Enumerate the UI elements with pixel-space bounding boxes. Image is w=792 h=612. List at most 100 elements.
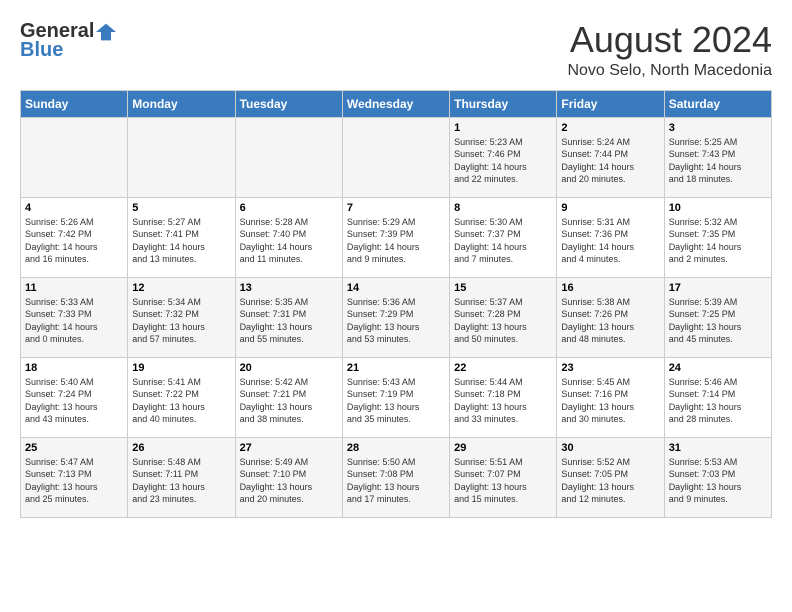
calendar-cell: 9 Sunrise: 5:31 AM Sunset: 7:36 PM Daylig…: [557, 197, 664, 277]
calendar-cell: 8 Sunrise: 5:30 AM Sunset: 7:37 PM Daylig…: [450, 197, 557, 277]
day-info: Sunrise: 5:26 AM Sunset: 7:42 PM Dayligh…: [25, 216, 123, 266]
day-info: Sunrise: 5:29 AM Sunset: 7:39 PM Dayligh…: [347, 216, 445, 266]
page-header: General Blue August 2024 Novo Selo, Nort…: [20, 20, 772, 80]
day-info: Sunrise: 5:42 AM Sunset: 7:21 PM Dayligh…: [240, 376, 338, 426]
calendar-cell: 12 Sunrise: 5:34 AM Sunset: 7:32 PM Dayli…: [128, 277, 235, 357]
calendar-table: SundayMondayTuesdayWednesdayThursdayFrid…: [20, 90, 772, 518]
calendar-cell: 3 Sunrise: 5:25 AM Sunset: 7:43 PM Daylig…: [664, 117, 771, 197]
day-info: Sunrise: 5:25 AM Sunset: 7:43 PM Dayligh…: [669, 136, 767, 186]
calendar-cell: 5Sunrise: 5:27 AM Sunset: 7:41 PM Daylig…: [128, 197, 235, 277]
day-number: 5: [132, 202, 230, 214]
day-info: Sunrise: 5:28 AM Sunset: 7:40 PM Dayligh…: [240, 216, 338, 266]
calendar-cell: 31 Sunrise: 5:53 AM Sunset: 7:03 PM Dayli…: [664, 437, 771, 517]
day-number: 23: [561, 362, 659, 374]
calendar-cell: 4 Sunrise: 5:26 AM Sunset: 7:42 PM Daylig…: [21, 197, 128, 277]
day-number: 12: [132, 282, 230, 294]
calendar-cell: [235, 117, 342, 197]
day-number: 15: [454, 282, 552, 294]
day-info: Sunrise: 5:41 AM Sunset: 7:22 PM Dayligh…: [132, 376, 230, 426]
location: Novo Selo, North Macedonia: [567, 62, 772, 80]
calendar-week-1: 1 Sunrise: 5:23 AM Sunset: 7:46 PM Daylig…: [21, 117, 772, 197]
day-header-monday: Monday: [128, 90, 235, 117]
day-info: Sunrise: 5:38 AM Sunset: 7:26 PM Dayligh…: [561, 296, 659, 346]
calendar-cell: 19 Sunrise: 5:41 AM Sunset: 7:22 PM Dayli…: [128, 357, 235, 437]
calendar-cell: [128, 117, 235, 197]
day-info: Sunrise: 5:31 AM Sunset: 7:36 PM Dayligh…: [561, 216, 659, 266]
title-section: August 2024 Novo Selo, North Macedonia: [567, 20, 772, 80]
calendar-cell: 6 Sunrise: 5:28 AM Sunset: 7:40 PM Daylig…: [235, 197, 342, 277]
day-info: Sunrise: 5:35 AM Sunset: 7:31 PM Dayligh…: [240, 296, 338, 346]
calendar-cell: 20 Sunrise: 5:42 AM Sunset: 7:21 PM Dayli…: [235, 357, 342, 437]
day-info: Sunrise: 5:40 AM Sunset: 7:24 PM Dayligh…: [25, 376, 123, 426]
calendar-cell: 10 Sunrise: 5:32 AM Sunset: 7:35 PM Dayli…: [664, 197, 771, 277]
day-number: 10: [669, 202, 767, 214]
calendar-cell: 23 Sunrise: 5:45 AM Sunset: 7:16 PM Dayli…: [557, 357, 664, 437]
logo-icon: [96, 22, 116, 42]
day-number: 3: [669, 122, 767, 134]
day-header-friday: Friday: [557, 90, 664, 117]
day-number: 19: [132, 362, 230, 374]
day-info: Sunrise: 5:50 AM Sunset: 7:08 PM Dayligh…: [347, 456, 445, 506]
day-number: 18: [25, 362, 123, 374]
calendar-cell: 21Sunrise: 5:43 AM Sunset: 7:19 PM Dayli…: [342, 357, 449, 437]
day-number: 22: [454, 362, 552, 374]
day-number: 16: [561, 282, 659, 294]
calendar-cell: 16 Sunrise: 5:38 AM Sunset: 7:26 PM Dayli…: [557, 277, 664, 357]
day-info: Sunrise: 5:36 AM Sunset: 7:29 PM Dayligh…: [347, 296, 445, 346]
day-info: Sunrise: 5:37 AM Sunset: 7:28 PM Dayligh…: [454, 296, 552, 346]
day-number: 6: [240, 202, 338, 214]
calendar-cell: 27 Sunrise: 5:49 AM Sunset: 7:10 PM Dayli…: [235, 437, 342, 517]
day-number: 13: [240, 282, 338, 294]
day-info: Sunrise: 5:30 AM Sunset: 7:37 PM Dayligh…: [454, 216, 552, 266]
day-info: Sunrise: 5:34 AM Sunset: 7:32 PM Dayligh…: [132, 296, 230, 346]
day-number: 30: [561, 442, 659, 454]
day-info: Sunrise: 5:48 AM Sunset: 7:11 PM Dayligh…: [132, 456, 230, 506]
day-info: Sunrise: 5:53 AM Sunset: 7:03 PM Dayligh…: [669, 456, 767, 506]
day-number: 20: [240, 362, 338, 374]
day-info: Sunrise: 5:51 AM Sunset: 7:07 PM Dayligh…: [454, 456, 552, 506]
calendar-cell: 2Sunrise: 5:24 AM Sunset: 7:44 PM Daylig…: [557, 117, 664, 197]
day-number: 29: [454, 442, 552, 454]
day-header-sunday: Sunday: [21, 90, 128, 117]
calendar-cell: 26 Sunrise: 5:48 AM Sunset: 7:11 PM Dayli…: [128, 437, 235, 517]
day-header-tuesday: Tuesday: [235, 90, 342, 117]
day-info: Sunrise: 5:39 AM Sunset: 7:25 PM Dayligh…: [669, 296, 767, 346]
calendar-cell: 28Sunrise: 5:50 AM Sunset: 7:08 PM Dayli…: [342, 437, 449, 517]
calendar-cell: 7Sunrise: 5:29 AM Sunset: 7:39 PM Daylig…: [342, 197, 449, 277]
calendar-cell: 14 Sunrise: 5:36 AM Sunset: 7:29 PM Dayli…: [342, 277, 449, 357]
day-number: 26: [132, 442, 230, 454]
day-number: 9: [561, 202, 659, 214]
calendar-header-row: SundayMondayTuesdayWednesdayThursdayFrid…: [21, 90, 772, 117]
day-info: Sunrise: 5:45 AM Sunset: 7:16 PM Dayligh…: [561, 376, 659, 426]
calendar-cell: 25Sunrise: 5:47 AM Sunset: 7:13 PM Dayli…: [21, 437, 128, 517]
day-info: Sunrise: 5:52 AM Sunset: 7:05 PM Dayligh…: [561, 456, 659, 506]
day-header-thursday: Thursday: [450, 90, 557, 117]
day-info: Sunrise: 5:47 AM Sunset: 7:13 PM Dayligh…: [25, 456, 123, 506]
day-header-saturday: Saturday: [664, 90, 771, 117]
day-number: 31: [669, 442, 767, 454]
calendar-week-2: 4 Sunrise: 5:26 AM Sunset: 7:42 PM Daylig…: [21, 197, 772, 277]
calendar-cell: 30 Sunrise: 5:52 AM Sunset: 7:05 PM Dayli…: [557, 437, 664, 517]
calendar-cell: 1 Sunrise: 5:23 AM Sunset: 7:46 PM Daylig…: [450, 117, 557, 197]
day-number: 17: [669, 282, 767, 294]
day-info: Sunrise: 5:24 AM Sunset: 7:44 PM Dayligh…: [561, 136, 659, 186]
calendar-cell: 15 Sunrise: 5:37 AM Sunset: 7:28 PM Dayli…: [450, 277, 557, 357]
calendar-cell: 29 Sunrise: 5:51 AM Sunset: 7:07 PM Dayli…: [450, 437, 557, 517]
logo: General Blue: [20, 20, 116, 62]
day-info: Sunrise: 5:49 AM Sunset: 7:10 PM Dayligh…: [240, 456, 338, 506]
day-info: Sunrise: 5:46 AM Sunset: 7:14 PM Dayligh…: [669, 376, 767, 426]
day-info: Sunrise: 5:23 AM Sunset: 7:46 PM Dayligh…: [454, 136, 552, 186]
day-number: 24: [669, 362, 767, 374]
calendar-cell: [21, 117, 128, 197]
logo-blue-text: Blue: [20, 39, 63, 62]
day-number: 1: [454, 122, 552, 134]
day-info: Sunrise: 5:32 AM Sunset: 7:35 PM Dayligh…: [669, 216, 767, 266]
calendar-cell: 17 Sunrise: 5:39 AM Sunset: 7:25 PM Dayli…: [664, 277, 771, 357]
day-number: 8: [454, 202, 552, 214]
day-number: 21: [347, 362, 445, 374]
day-number: 4: [25, 202, 123, 214]
day-number: 14: [347, 282, 445, 294]
day-info: Sunrise: 5:44 AM Sunset: 7:18 PM Dayligh…: [454, 376, 552, 426]
day-header-wednesday: Wednesday: [342, 90, 449, 117]
day-number: 27: [240, 442, 338, 454]
